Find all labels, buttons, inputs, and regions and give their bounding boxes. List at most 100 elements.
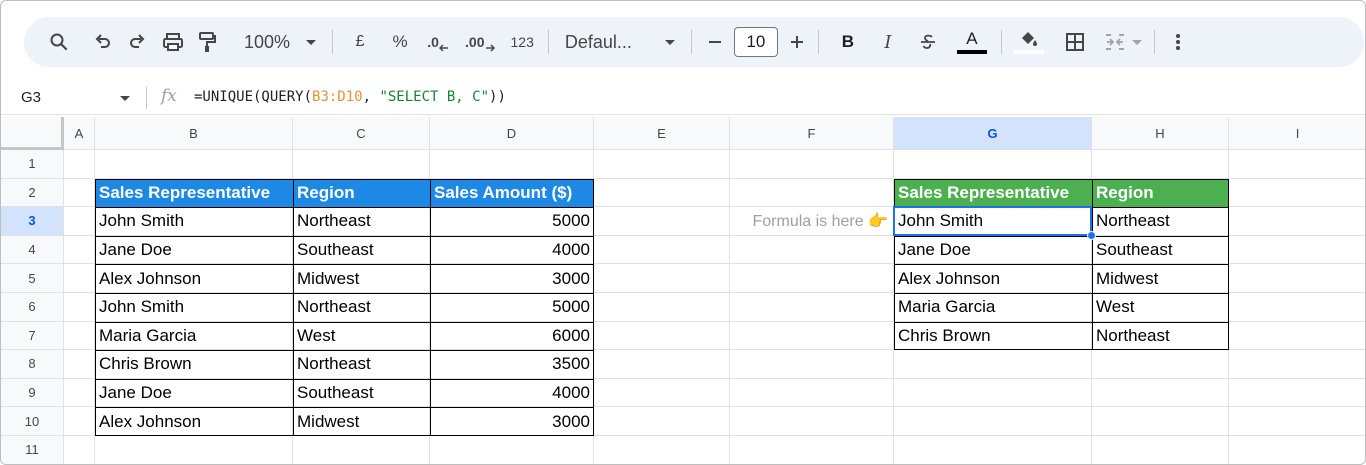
result-table-cell[interactable]: Southeast bbox=[1092, 236, 1229, 265]
merge-cells-button[interactable] bbox=[1100, 25, 1146, 59]
increase-decimal-button[interactable]: .00 bbox=[461, 25, 498, 59]
source-table-cell[interactable]: 4000 bbox=[430, 236, 594, 265]
search-menus-button[interactable] bbox=[44, 25, 74, 59]
row-header-11[interactable]: 11 bbox=[1, 436, 64, 464]
column-header-f[interactable]: F bbox=[730, 117, 894, 150]
decrease-font-size-button[interactable] bbox=[700, 25, 730, 59]
source-table-header-cell[interactable]: Sales Representative bbox=[95, 178, 293, 208]
search-icon bbox=[50, 33, 68, 51]
column-header-c[interactable]: C bbox=[293, 117, 430, 150]
source-table-cell[interactable]: Southeast bbox=[293, 236, 430, 265]
source-table-cell[interactable]: Chris Brown bbox=[95, 350, 293, 379]
formula-suffix: )) bbox=[489, 89, 506, 105]
source-table-cell[interactable]: Northeast bbox=[293, 207, 430, 236]
column-header-g[interactable]: G bbox=[894, 117, 1092, 150]
increase-font-size-button[interactable] bbox=[782, 25, 812, 59]
source-table-cell[interactable]: John Smith bbox=[95, 207, 293, 236]
paint-roller-icon bbox=[199, 32, 216, 52]
result-table-cell[interactable]: John Smith bbox=[894, 207, 1092, 236]
column-header-h[interactable]: H bbox=[1092, 117, 1229, 150]
print-button[interactable] bbox=[158, 25, 188, 59]
chevron-down-icon bbox=[306, 39, 317, 45]
source-table-cell[interactable]: Midwest bbox=[293, 264, 430, 293]
row-header-10[interactable]: 10 bbox=[1, 407, 64, 436]
redo-button[interactable] bbox=[122, 25, 152, 59]
formula-bar-divider bbox=[146, 87, 147, 109]
result-table-cell[interactable]: Midwest bbox=[1092, 264, 1229, 293]
more-options-button[interactable] bbox=[1163, 25, 1193, 59]
source-table-cell[interactable]: Alex Johnson bbox=[95, 407, 293, 436]
source-table-cell[interactable]: 3500 bbox=[430, 350, 594, 379]
row-header-9[interactable]: 9 bbox=[1, 378, 64, 408]
source-table-cell[interactable]: 3000 bbox=[430, 407, 594, 436]
more-formats-button[interactable]: 123 bbox=[507, 25, 538, 59]
chevron-down-icon[interactable] bbox=[120, 96, 130, 101]
column-header-b[interactable]: B bbox=[95, 117, 293, 150]
column-header-d[interactable]: D bbox=[430, 117, 594, 150]
fill-handle[interactable] bbox=[1087, 230, 1096, 240]
source-table-cell[interactable]: Southeast bbox=[293, 379, 430, 408]
row-header-5[interactable]: 5 bbox=[1, 264, 64, 293]
row-header-1[interactable]: 1 bbox=[1, 150, 64, 179]
row-header-7[interactable]: 7 bbox=[1, 321, 64, 351]
source-table-cell[interactable]: John Smith bbox=[95, 293, 293, 322]
italic-label: I bbox=[884, 31, 892, 53]
result-table-header-cell[interactable]: Region bbox=[1092, 178, 1229, 208]
toolbar-divider bbox=[1000, 30, 1002, 54]
font-value: Defaul... bbox=[564, 31, 632, 52]
result-table-cell[interactable]: West bbox=[1092, 293, 1229, 322]
column-header-a[interactable]: A bbox=[64, 117, 95, 150]
source-table-cell[interactable]: 3000 bbox=[430, 264, 594, 293]
paint-format-button[interactable] bbox=[192, 25, 222, 59]
strikethrough-button[interactable] bbox=[913, 25, 943, 59]
font-size-input[interactable]: 10 bbox=[733, 27, 778, 57]
result-table-header-cell[interactable]: Sales Representative bbox=[894, 178, 1092, 208]
source-table-cell[interactable]: 5000 bbox=[430, 293, 594, 322]
font-select[interactable]: Defaul... bbox=[561, 25, 679, 59]
source-table-cell[interactable]: Maria Garcia bbox=[95, 322, 293, 351]
bold-button[interactable]: B bbox=[833, 25, 863, 59]
redo-icon bbox=[130, 34, 145, 48]
row-header-6[interactable]: 6 bbox=[1, 293, 64, 322]
name-box[interactable]: G3 bbox=[21, 89, 41, 106]
source-table-header-cell[interactable]: Sales Amount ($) bbox=[430, 178, 594, 208]
row-header-4[interactable]: 4 bbox=[1, 235, 64, 265]
borders-icon bbox=[1065, 33, 1084, 51]
borders-button[interactable] bbox=[1060, 25, 1090, 59]
undo-button[interactable] bbox=[88, 25, 118, 59]
source-table-cell[interactable]: Jane Doe bbox=[95, 236, 293, 265]
text-color-button[interactable]: A bbox=[953, 24, 991, 60]
row-header-3[interactable]: 3 bbox=[1, 207, 64, 236]
select-all-corner[interactable] bbox=[1, 117, 64, 150]
result-table-cell[interactable]: Alex Johnson bbox=[894, 264, 1092, 293]
source-table-cell[interactable]: Midwest bbox=[293, 407, 430, 436]
source-table-cell[interactable]: 4000 bbox=[430, 379, 594, 408]
row-header-2[interactable]: 2 bbox=[1, 178, 64, 208]
formula-input[interactable]: =UNIQUE(QUERY(B3:D10, "SELECT B, C")) bbox=[194, 89, 506, 105]
format-currency-button[interactable]: £ bbox=[345, 25, 375, 59]
result-table-cell[interactable]: Northeast bbox=[1092, 322, 1229, 351]
column-header-i[interactable]: I bbox=[1229, 117, 1365, 150]
source-table-cell[interactable]: Jane Doe bbox=[95, 379, 293, 408]
format-percent-button[interactable]: % bbox=[385, 25, 415, 59]
source-table-cell[interactable]: Alex Johnson bbox=[95, 264, 293, 293]
source-table-border bbox=[95, 350, 594, 352]
result-table-cell[interactable]: Northeast bbox=[1092, 207, 1229, 236]
result-table-cell[interactable]: Jane Doe bbox=[894, 236, 1092, 265]
source-table-cell[interactable]: Northeast bbox=[293, 350, 430, 379]
result-table-border bbox=[894, 207, 1229, 209]
fill-color-button[interactable] bbox=[1010, 24, 1048, 60]
toolbar-divider bbox=[1153, 30, 1155, 54]
result-table-cell[interactable]: Maria Garcia bbox=[894, 293, 1092, 322]
source-table-cell[interactable]: West bbox=[293, 322, 430, 351]
row-header-8[interactable]: 8 bbox=[1, 350, 64, 379]
column-header-e[interactable]: E bbox=[594, 117, 730, 150]
source-table-cell[interactable]: Northeast bbox=[293, 293, 430, 322]
source-table-cell[interactable]: 6000 bbox=[430, 322, 594, 351]
decrease-decimal-button[interactable]: .0 bbox=[423, 25, 453, 59]
result-table-cell[interactable]: Chris Brown bbox=[894, 322, 1092, 351]
source-table-header-cell[interactable]: Region bbox=[293, 178, 430, 208]
zoom-select[interactable]: 100% bbox=[240, 25, 320, 59]
source-table-cell[interactable]: 5000 bbox=[430, 207, 594, 236]
italic-button[interactable]: I bbox=[873, 25, 903, 59]
